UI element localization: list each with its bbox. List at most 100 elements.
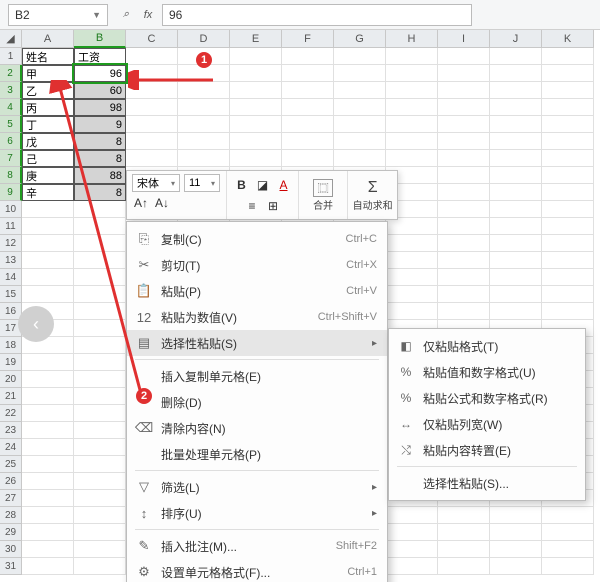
cell[interactable]	[438, 558, 490, 575]
row-header[interactable]: 26	[0, 473, 22, 490]
cell[interactable]	[74, 354, 126, 371]
cell[interactable]	[282, 82, 334, 99]
cell[interactable]	[22, 524, 74, 541]
cell[interactable]	[230, 82, 282, 99]
cell[interactable]	[438, 167, 490, 184]
cell[interactable]	[334, 48, 386, 65]
cell[interactable]	[386, 235, 438, 252]
cell[interactable]	[74, 388, 126, 405]
row-header[interactable]: 27	[0, 490, 22, 507]
cell[interactable]	[126, 82, 178, 99]
cell[interactable]	[334, 82, 386, 99]
cell[interactable]	[230, 48, 282, 65]
cell[interactable]	[74, 371, 126, 388]
cell[interactable]	[438, 303, 490, 320]
cell[interactable]	[490, 507, 542, 524]
cell[interactable]	[542, 201, 594, 218]
cell[interactable]	[74, 269, 126, 286]
menu-filter[interactable]: ▽筛选(L)▸	[127, 474, 387, 500]
cell[interactable]	[438, 184, 490, 201]
cell[interactable]	[178, 65, 230, 82]
cell[interactable]	[126, 99, 178, 116]
row-header[interactable]: 5	[0, 116, 22, 133]
cell[interactable]	[386, 558, 438, 575]
cell[interactable]	[438, 252, 490, 269]
cell[interactable]	[490, 235, 542, 252]
col-header[interactable]: C	[126, 30, 178, 48]
cell[interactable]: 工资	[74, 48, 126, 65]
cell[interactable]	[386, 541, 438, 558]
menu-clear[interactable]: ⌫清除内容(N)	[127, 415, 387, 441]
col-header[interactable]: K	[542, 30, 594, 48]
cell[interactable]	[438, 82, 490, 99]
cell[interactable]	[282, 99, 334, 116]
bold-button[interactable]: B	[233, 176, 251, 194]
cell[interactable]	[22, 252, 74, 269]
col-header[interactable]: J	[490, 30, 542, 48]
cell[interactable]	[386, 116, 438, 133]
row-header[interactable]: 6	[0, 133, 22, 150]
cell[interactable]	[542, 303, 594, 320]
cell[interactable]: 60	[74, 82, 126, 99]
menu-format-cells[interactable]: ⚙设置单元格格式(F)...Ctrl+1	[127, 559, 387, 582]
row-header[interactable]: 30	[0, 541, 22, 558]
cell[interactable]	[126, 150, 178, 167]
cell[interactable]	[22, 422, 74, 439]
cell[interactable]	[22, 269, 74, 286]
cell[interactable]	[178, 48, 230, 65]
cell[interactable]	[178, 82, 230, 99]
cell[interactable]	[542, 184, 594, 201]
cell[interactable]: 甲	[22, 65, 74, 82]
cell[interactable]	[22, 473, 74, 490]
cell[interactable]	[386, 507, 438, 524]
font-color-button[interactable]: A	[275, 176, 293, 194]
cell[interactable]	[542, 65, 594, 82]
menu-paste[interactable]: 📋粘贴(P)Ctrl+V	[127, 278, 387, 304]
cell[interactable]	[22, 201, 74, 218]
cell[interactable]	[74, 405, 126, 422]
cell[interactable]	[230, 133, 282, 150]
cell[interactable]	[490, 82, 542, 99]
col-header[interactable]: B	[74, 30, 126, 48]
cell[interactable]	[438, 65, 490, 82]
cell[interactable]	[22, 490, 74, 507]
cell[interactable]	[490, 541, 542, 558]
cell[interactable]	[490, 558, 542, 575]
row-header[interactable]: 23	[0, 422, 22, 439]
cell[interactable]	[438, 218, 490, 235]
submenu-paste-special-dialog[interactable]: 选择性粘贴(S)...	[389, 470, 585, 496]
cell[interactable]	[74, 218, 126, 235]
cell[interactable]	[490, 218, 542, 235]
cell[interactable]	[334, 116, 386, 133]
cell[interactable]	[334, 99, 386, 116]
cell[interactable]: 8	[74, 184, 126, 201]
cell[interactable]	[126, 133, 178, 150]
cell[interactable]	[386, 150, 438, 167]
cell[interactable]	[490, 184, 542, 201]
cell[interactable]	[438, 116, 490, 133]
cell[interactable]	[438, 286, 490, 303]
cell[interactable]	[334, 65, 386, 82]
cell[interactable]	[386, 48, 438, 65]
cell[interactable]	[126, 65, 178, 82]
cell[interactable]	[438, 150, 490, 167]
submenu-paste-format[interactable]: ◧仅粘贴格式(T)	[389, 333, 585, 359]
cell[interactable]	[386, 524, 438, 541]
cell[interactable]	[126, 48, 178, 65]
cell[interactable]: 己	[22, 150, 74, 167]
cell[interactable]	[178, 116, 230, 133]
row-header[interactable]: 1	[0, 48, 22, 65]
cell[interactable]	[386, 65, 438, 82]
formula-input[interactable]: 96	[162, 4, 472, 26]
cell[interactable]	[438, 507, 490, 524]
cell[interactable]	[74, 490, 126, 507]
cell[interactable]	[22, 507, 74, 524]
cell[interactable]	[74, 439, 126, 456]
cell[interactable]	[22, 371, 74, 388]
row-header[interactable]: 3	[0, 82, 22, 99]
cell[interactable]	[542, 252, 594, 269]
cell[interactable]	[438, 524, 490, 541]
cell[interactable]	[22, 388, 74, 405]
cell[interactable]	[282, 133, 334, 150]
cell[interactable]	[542, 82, 594, 99]
